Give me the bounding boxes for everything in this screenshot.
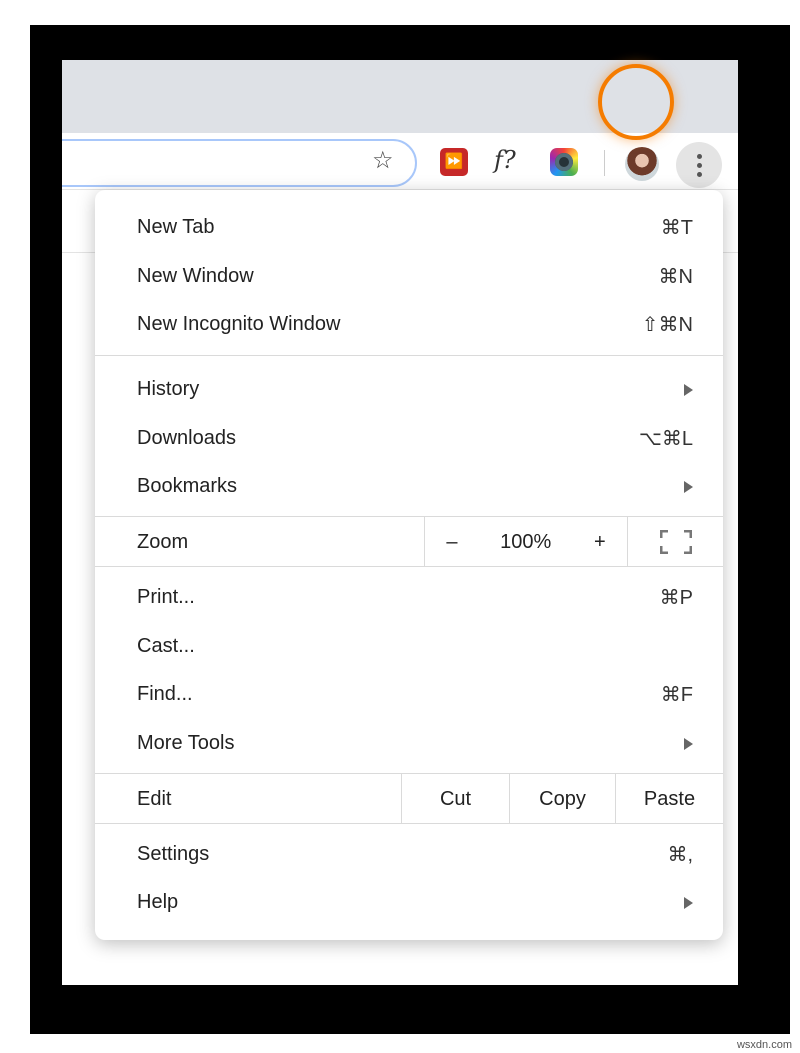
watermark: wsxdn.com bbox=[736, 1039, 792, 1051]
shortcut: ⌘, bbox=[667, 844, 693, 866]
menu-item-new-incognito-window[interactable]: New Incognito Window ⇧⌘N bbox=[95, 300, 723, 349]
shortcut: ⌘N bbox=[658, 266, 693, 288]
fullscreen-icon bbox=[659, 530, 692, 554]
submenu-arrow-icon bbox=[684, 737, 693, 750]
zoom-in-button[interactable]: + bbox=[594, 531, 606, 554]
camera-extension-icon[interactable] bbox=[550, 148, 578, 176]
toolbar: ☆ ⏩ f? bbox=[62, 133, 738, 190]
zoom-row: Zoom – 100% + bbox=[95, 517, 723, 567]
label: New Tab bbox=[137, 216, 215, 238]
dot-icon bbox=[696, 162, 702, 168]
shortcut: ⌘F bbox=[660, 684, 693, 706]
label: History bbox=[137, 378, 200, 400]
toolbar-divider bbox=[604, 150, 605, 176]
menu-item-print[interactable]: Print... ⌘P bbox=[95, 573, 723, 622]
menu-item-more-tools[interactable]: More Tools bbox=[95, 719, 723, 768]
edit-label: Edit bbox=[137, 787, 172, 810]
menu-item-bookmarks[interactable]: Bookmarks bbox=[95, 462, 723, 511]
shortcut: ⌘T bbox=[660, 217, 693, 239]
submenu-arrow-icon bbox=[684, 383, 693, 396]
fast-forward-extension-icon[interactable]: ⏩ bbox=[440, 148, 468, 176]
label: Help bbox=[137, 891, 179, 913]
chrome-menu: New Tab ⌘T New Window ⌘N New Incognito Win… bbox=[95, 190, 723, 940]
label: New Window bbox=[137, 265, 254, 287]
label: Find... bbox=[137, 683, 193, 705]
menu-item-new-tab[interactable]: New Tab ⌘T bbox=[95, 203, 723, 252]
highlight-circle bbox=[598, 64, 674, 140]
zoom-controls: – 100% + bbox=[424, 517, 627, 567]
submenu-arrow-icon bbox=[684, 896, 693, 909]
star-icon[interactable]: ☆ bbox=[372, 146, 394, 175]
edit-row: Edit Cut Copy Paste bbox=[95, 774, 723, 824]
separator bbox=[95, 355, 723, 356]
shortcut: ⇧⌘N bbox=[641, 314, 693, 336]
separator bbox=[95, 566, 723, 567]
label: Print... bbox=[137, 586, 195, 608]
menu-item-find[interactable]: Find... ⌘F bbox=[95, 670, 723, 719]
menu-item-downloads[interactable]: Downloads ⌥⌘L bbox=[95, 414, 723, 463]
copy-button[interactable]: Copy bbox=[509, 774, 615, 824]
dot-icon bbox=[696, 153, 702, 159]
shortcut: ⌘P bbox=[659, 587, 693, 609]
more-menu-button[interactable] bbox=[676, 142, 722, 188]
dot-icon bbox=[696, 171, 702, 177]
address-bar[interactable] bbox=[62, 139, 417, 187]
label: Cast... bbox=[137, 635, 195, 657]
label: New Incognito Window bbox=[137, 313, 341, 335]
menu-item-settings[interactable]: Settings ⌘, bbox=[95, 830, 723, 879]
zoom-label: Zoom bbox=[137, 530, 189, 553]
label: More Tools bbox=[137, 732, 235, 754]
fullscreen-button[interactable] bbox=[627, 517, 723, 567]
menu-item-help[interactable]: Help bbox=[95, 878, 723, 927]
label: Settings bbox=[137, 843, 210, 865]
menu-item-history[interactable]: History bbox=[95, 365, 723, 414]
paste-button[interactable]: Paste bbox=[615, 774, 723, 824]
menu-item-new-window[interactable]: New Window ⌘N bbox=[95, 252, 723, 301]
separator bbox=[95, 823, 723, 824]
submenu-arrow-icon bbox=[684, 480, 693, 493]
font-question-extension-icon[interactable]: f? bbox=[494, 146, 530, 174]
zoom-level: 100% bbox=[500, 530, 552, 553]
cut-button[interactable]: Cut bbox=[401, 774, 509, 824]
label: Downloads bbox=[137, 427, 236, 449]
menu-item-cast[interactable]: Cast... bbox=[95, 622, 723, 671]
profile-avatar[interactable] bbox=[625, 147, 659, 181]
label: Bookmarks bbox=[137, 475, 238, 497]
zoom-out-button[interactable]: – bbox=[446, 531, 457, 554]
shortcut: ⌥⌘L bbox=[638, 428, 693, 450]
